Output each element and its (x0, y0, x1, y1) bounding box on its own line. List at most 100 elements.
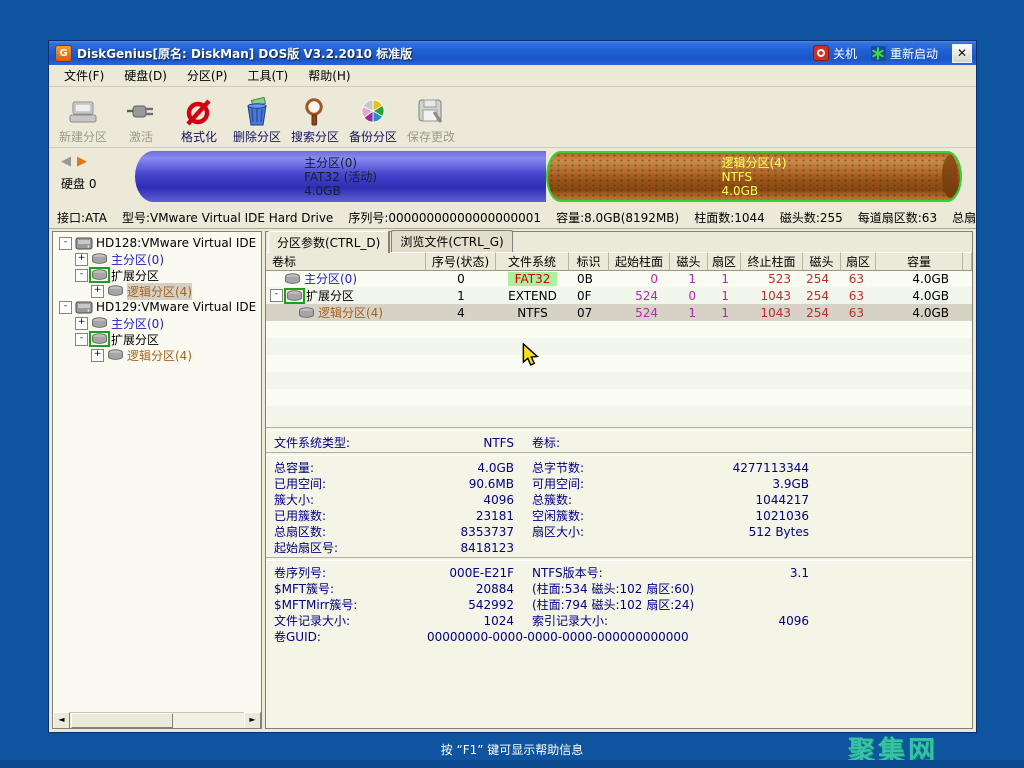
tree-item-label: 扩展分区 (111, 268, 160, 283)
table-row[interactable]: - 扩展分区 1 EXTEND 0F 524 0 1 1043 254 63 4.0GB (266, 287, 972, 304)
toolbar-button-2[interactable]: 格式化 (171, 95, 227, 145)
tree-expander[interactable]: - (59, 236, 72, 250)
tree-horizontal-scrollbar[interactable]: ◄ ► (53, 712, 261, 728)
toolbar-button-label: 保存更改 (406, 130, 455, 144)
tab-0[interactable]: 分区参数(CTRL_D) (268, 231, 390, 253)
start-head-cell: 1 (688, 305, 696, 320)
toolbar-button-0[interactable]: 新建分区 (55, 95, 111, 145)
next-disk-arrow[interactable]: ▶ (77, 154, 93, 169)
partition-block-text: 主分区(0) FAT32 (活动) 4.0GB (304, 155, 377, 198)
detail-value: 23181 (475, 508, 514, 523)
start-sector-cell: 1 (721, 305, 729, 320)
detail-label: 空闲簇数: (532, 509, 585, 523)
tree-expander[interactable]: + (75, 252, 88, 266)
prev-disk-arrow[interactable]: ◀ (61, 154, 77, 169)
close-button[interactable]: ✕ (952, 43, 972, 63)
end-cyl-cell: 1043 (760, 288, 791, 303)
restart-button[interactable]: 重新启动 (870, 45, 938, 62)
tree-item-6[interactable]: - 扩展分区 (55, 331, 261, 347)
tree-expander[interactable]: - (59, 300, 72, 314)
capacity-cell: 4.0GB (912, 271, 949, 286)
menu-item-3[interactable]: 工具(T) (239, 65, 298, 86)
menu-item-0[interactable]: 文件(F) (55, 65, 113, 86)
partition-name-cell: 逻辑分区(4) (266, 304, 426, 321)
start-cyl-cell: 524 (635, 288, 658, 303)
tree-item-label: 主分区(0) (111, 316, 164, 331)
desktop-bottom-strip (0, 760, 1024, 768)
id-cell: 0B (577, 271, 593, 286)
detail-label: 总扇区数: (274, 525, 327, 539)
detail-label: $MFTMirr簇号: (274, 598, 358, 612)
column-header-9: 扇区 (841, 252, 876, 271)
detail-label: 扇区大小: (532, 525, 585, 539)
end-head-cell: 254 (806, 271, 829, 286)
toolbar-button-3[interactable]: 删除分区 (229, 95, 285, 145)
shutdown-button[interactable]: 关机 (812, 45, 857, 62)
tree-expander[interactable]: - (75, 268, 88, 282)
diskgenius-window: G DiskGenius[原名: DiskMan] DOS版 V3.2.2010… (48, 40, 977, 733)
detail-value: 8353737 (460, 524, 514, 539)
filesystem-cell: NTFS (517, 305, 548, 320)
tree-item-4[interactable]: - HD129:VMware Virtual IDE H (55, 299, 261, 315)
tree-expander[interactable]: + (91, 348, 104, 362)
tree-expander[interactable]: - (75, 332, 88, 346)
column-header-1: 序号(状态) (426, 252, 496, 271)
detail-label: 总字节数: (532, 461, 585, 475)
detail-value: 3.1 (789, 565, 809, 580)
power-icon (812, 45, 829, 61)
toolbar-button-1[interactable]: 激活 (113, 95, 169, 145)
filesystem-cell: EXTEND (508, 288, 557, 303)
scroll-right-button[interactable]: ► (244, 712, 261, 728)
menu-item-1[interactable]: 硬盘(D) (115, 65, 176, 86)
table-row[interactable]: 逻辑分区(4) 4 NTFS 07 524 1 1 1043 254 63 4.0GB (266, 304, 972, 321)
partition-block-0[interactable]: 主分区(0) FAT32 (活动) 4.0GB (135, 151, 547, 202)
tree-item-1[interactable]: + 主分区(0) (55, 251, 261, 267)
detail-value: 3.9GB (772, 476, 809, 491)
toolbar-button-label: 格式化 (180, 130, 217, 144)
tree-item-7[interactable]: + 逻辑分区(4) (55, 347, 261, 363)
partition-detail-panel: 分区参数(CTRL_D) 浏览文件(CTRL_G) 卷标 序号(状态) 文件系统 标识起… (265, 230, 973, 729)
detail-value: 4.0GB (477, 460, 514, 475)
table-row[interactable]: 主分区(0) 0 FAT32 0B 0 1 1 523 254 63 4.0GB (266, 270, 972, 287)
menu-item-2[interactable]: 分区(P) (178, 65, 237, 86)
tree-expander[interactable]: + (75, 316, 88, 330)
detail-label: 文件记录大小: (274, 614, 351, 628)
detail-label: 文件系统类型: (274, 436, 351, 450)
details-row: 簇大小: 4096 总簇数: 1044217 (266, 491, 972, 508)
row-expander[interactable]: - (270, 289, 283, 302)
capacity-cell: 4.0GB (912, 305, 949, 320)
details-row: $MFTMirr簇号: 542992 (柱面:794 磁头:102 扇区:24) (266, 596, 972, 613)
detail-label: 已用空间: (274, 477, 327, 491)
toolbar-button-4[interactable]: 搜索分区 (287, 95, 343, 145)
toolbar-button-label: 搜索分区 (290, 130, 339, 144)
end-cyl-cell: 523 (768, 271, 791, 286)
toolbar-button-5[interactable]: 备份分区 (345, 95, 401, 145)
tab-1[interactable]: 浏览文件(CTRL_G) (391, 230, 513, 252)
end-cyl-cell: 1043 (760, 305, 791, 320)
tree-item-0[interactable]: - HD128:VMware Virtual IDE H (55, 235, 261, 251)
tree-item-label: HD129:VMware Virtual IDE H (96, 300, 262, 314)
partition-block-1[interactable]: 逻辑分区(4) NTFS 4.0GB (546, 151, 962, 202)
tree-expander[interactable]: + (91, 284, 104, 298)
partition-cylinders: 主分区(0) FAT32 (活动) 4.0GB 逻辑分区(4) NTFS 4.0GB (135, 151, 962, 202)
details-row: $MFT簇号: 20884 (柱面:534 磁头:102 扇区:60) (266, 580, 972, 597)
partition-name: 主分区(0) (304, 272, 357, 286)
tree-item-3[interactable]: + 逻辑分区(4) (55, 282, 261, 300)
disk-info-line: 接口:ATA 型号:VMware Virtual IDE Hard Drive 序列… (49, 206, 976, 229)
disk-label: 硬盘 0 (61, 177, 97, 191)
detail-value: 90.6MB (468, 476, 514, 491)
details-row: 已用空间: 90.6MB 可用空间: 3.9GB (266, 475, 972, 492)
toolbar-button-6[interactable]: 保存更改 (403, 95, 459, 145)
filesystem-highlight: FAT32 (507, 271, 558, 286)
tree-item-5[interactable]: + 主分区(0) (55, 315, 261, 331)
scroll-left-button[interactable]: ◄ (53, 712, 70, 728)
disk-info-segment-0: 接口:ATA (57, 210, 107, 225)
scroll-thumb[interactable] (71, 713, 173, 728)
tab-bar: 分区参数(CTRL_D) 浏览文件(CTRL_G) (266, 230, 972, 253)
end-sector-cell: 63 (848, 271, 864, 286)
titlebar[interactable]: G DiskGenius[原名: DiskMan] DOS版 V3.2.2010… (49, 41, 976, 65)
restart-icon (870, 45, 886, 61)
delete-partition-icon (240, 95, 274, 127)
menu-item-4[interactable]: 帮助(H) (299, 65, 359, 86)
tree-item-2[interactable]: - 扩展分区 (55, 267, 261, 283)
